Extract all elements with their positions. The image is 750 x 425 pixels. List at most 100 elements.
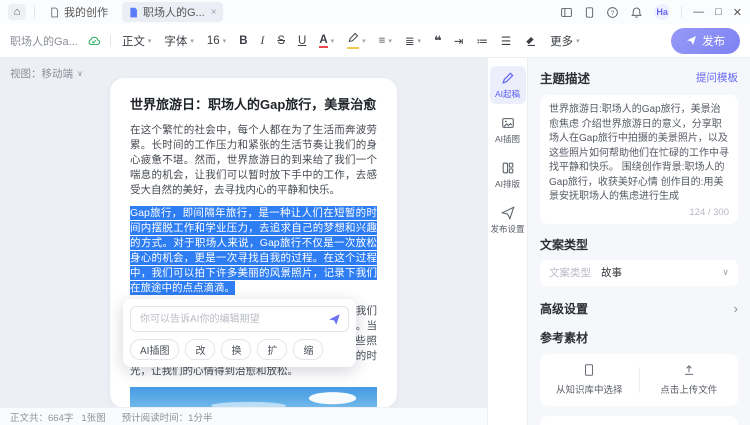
quote-icon: ❝	[434, 33, 441, 49]
paragraph-selected: Gap旅行，即间隔年旅行，是一种让人们在短暂的时间内摆脱工作和学业压力，去追求自…	[130, 206, 377, 296]
font-color-button[interactable]: A▾	[317, 32, 336, 50]
tab-close-icon[interactable]: ×	[211, 7, 217, 18]
landscape-photo	[130, 387, 377, 408]
feature-rail: AI起稿 AI插图 AI排版 发布设置	[487, 58, 528, 425]
ai-illustration-button[interactable]: AI插图	[130, 339, 179, 360]
bold-icon: B	[239, 35, 247, 47]
window-close-icon[interactable]: ✕	[733, 6, 742, 19]
line-height-button[interactable]: ☰	[499, 32, 513, 50]
rail-item-ai-layout[interactable]: AI排版	[490, 156, 526, 194]
blockquote-button[interactable]: ❝	[432, 31, 443, 51]
ai-expand-button[interactable]: 扩	[257, 339, 287, 360]
italic-button[interactable]: I	[259, 33, 267, 49]
titlebar-right: ? Ha — □ ✕	[560, 4, 742, 20]
underline-button[interactable]: U	[296, 33, 308, 49]
word-count: 正文共：664字	[10, 410, 73, 424]
ai-action-buttons: AI插图 改 换 扩 缩	[130, 339, 349, 360]
view-mode-label: 视图：移动端	[10, 66, 73, 81]
align-button[interactable]: ≡▾	[377, 33, 394, 49]
advanced-settings-row[interactable]: 高级设置 ›	[540, 300, 738, 317]
copy-type-select[interactable]: 文案类型 故事 ∨	[540, 260, 738, 286]
eraser-icon	[524, 35, 537, 47]
topic-description-textarea[interactable]: 世界旅游日:职场人的Gap旅行，美景治愈焦虑 介绍世界旅游日的意义，分享职场人在…	[540, 95, 738, 224]
publish-button[interactable]: 发布	[671, 28, 740, 54]
reference-source-card: 从知识库中选择 点击上传文件	[540, 354, 738, 406]
font-family-select[interactable]: 字体▾	[162, 31, 196, 51]
copy-type-value: 故事	[601, 265, 622, 280]
clear-format-button[interactable]	[522, 33, 539, 49]
more-button[interactable]: 更多▾	[548, 31, 582, 51]
ai-prompt-box	[130, 306, 349, 332]
select-from-knowledge-base[interactable]: 从知识库中选择	[540, 363, 639, 396]
advanced-settings-label: 高级设置	[540, 300, 588, 317]
outline-generation-row: 通过文章大纲生成	[540, 416, 738, 425]
highlight-pen-icon	[347, 32, 359, 49]
divider	[34, 6, 35, 18]
divider	[110, 35, 111, 47]
home-button[interactable]: ⌂	[8, 4, 26, 20]
paper-plane-icon	[501, 206, 515, 220]
char-counter: 124 / 300	[549, 207, 729, 218]
highlight-color-button[interactable]: ▾	[345, 30, 368, 51]
font-size-select[interactable]: 16▾	[205, 33, 228, 49]
ai-rewrite-button[interactable]: 改	[185, 339, 215, 360]
strikethrough-icon: S	[277, 35, 285, 47]
window-minimize-icon[interactable]: —	[693, 6, 704, 18]
image-icon	[501, 116, 515, 130]
notification-bell-icon[interactable]	[630, 6, 643, 19]
rail-item-label: AI排版	[495, 178, 520, 190]
ai-prompt-input[interactable]	[138, 313, 324, 326]
strikethrough-button[interactable]: S	[275, 33, 287, 49]
help-icon[interactable]: ?	[606, 6, 619, 19]
image-count: 1张图	[81, 410, 105, 424]
user-avatar[interactable]: Ha	[654, 4, 670, 20]
sidebar-panel-icon[interactable]	[560, 6, 573, 19]
chevron-down-icon: ∨	[77, 69, 83, 78]
ai-shorten-button[interactable]: 缩	[293, 339, 323, 360]
caret-icon: ▾	[148, 37, 152, 45]
tab-current-document[interactable]: 职场人的G... ×	[122, 2, 223, 22]
prompt-template-link[interactable]: 提问模板	[696, 70, 738, 85]
underline-icon: U	[298, 35, 306, 47]
indent-icon: ⇥	[454, 34, 464, 48]
caret-icon: ▾	[190, 37, 194, 45]
paragraph-style-select[interactable]: 正文▾	[120, 31, 154, 51]
topic-description-value: 世界旅游日:职场人的Gap旅行，美景治愈焦虑 介绍世界旅游日的意义，分享职场人在…	[549, 103, 729, 205]
option-label: 从知识库中选择	[556, 382, 623, 396]
send-icon[interactable]	[328, 313, 341, 326]
window-maximize-icon[interactable]: □	[715, 6, 722, 18]
list-button[interactable]: ≣▾	[403, 32, 423, 50]
ai-replace-button[interactable]: 换	[221, 339, 251, 360]
paragraph-wrapper: 每一张照片都定格了旅途的美好瞬间，更见证了我们的成长。那些珍贵的回忆，都蕴含着治…	[130, 304, 377, 379]
reference-material-label: 参考素材	[540, 329, 738, 346]
bold-button[interactable]: B	[237, 33, 249, 49]
editor-canvas: 视图：移动端 ∨ 世界旅游日：职场人的Gap旅行，美景治愈 在这个繁忙的社会中，…	[0, 58, 487, 408]
copy-type-label: 文案类型	[540, 236, 738, 253]
italic-icon: I	[261, 35, 265, 47]
rail-item-publish-settings[interactable]: 发布设置	[490, 201, 526, 239]
upload-file-option[interactable]: 点击上传文件	[640, 363, 739, 396]
indent-button[interactable]: ⇥	[452, 32, 466, 50]
ai-edit-popup: AI插图 改 换 扩 缩	[123, 299, 356, 367]
view-mode-select[interactable]: 视图：移动端 ∨	[10, 66, 83, 81]
chevron-right-icon: ›	[734, 301, 738, 316]
document-icon	[49, 7, 60, 18]
caret-icon: ▾	[331, 37, 335, 45]
status-bar: 正文共：664字 1张图 预计阅读时间：1分半	[0, 407, 487, 425]
rail-item-ai-draft[interactable]: AI起稿	[490, 66, 526, 104]
rail-item-ai-illustration[interactable]: AI插图	[490, 111, 526, 149]
document-name: 职场人的Ga...	[10, 33, 78, 49]
workspace: 视图：移动端 ∨ 世界旅游日：职场人的Gap旅行，美景治愈 在这个繁忙的社会中，…	[0, 58, 750, 425]
document-title: 世界旅游日：职场人的Gap旅行，美景治愈	[130, 94, 377, 113]
home-icon: ⌂	[14, 6, 21, 18]
tab-label: 我的创作	[64, 4, 108, 20]
knowledge-base-icon	[582, 363, 596, 377]
caret-icon: ▾	[388, 37, 392, 45]
tab-my-creations[interactable]: 我的创作	[43, 2, 114, 22]
device-icon[interactable]	[584, 6, 595, 19]
document-preview[interactable]: 世界旅游日：职场人的Gap旅行，美景治愈 在这个繁忙的社会中，每个人都在为了生活…	[110, 78, 397, 408]
align-icon: ≡	[379, 35, 386, 47]
ordered-list-button[interactable]: ≔	[474, 32, 490, 50]
publish-label: 发布	[702, 33, 725, 49]
copy-type-placeholder: 文案类型	[549, 265, 591, 280]
